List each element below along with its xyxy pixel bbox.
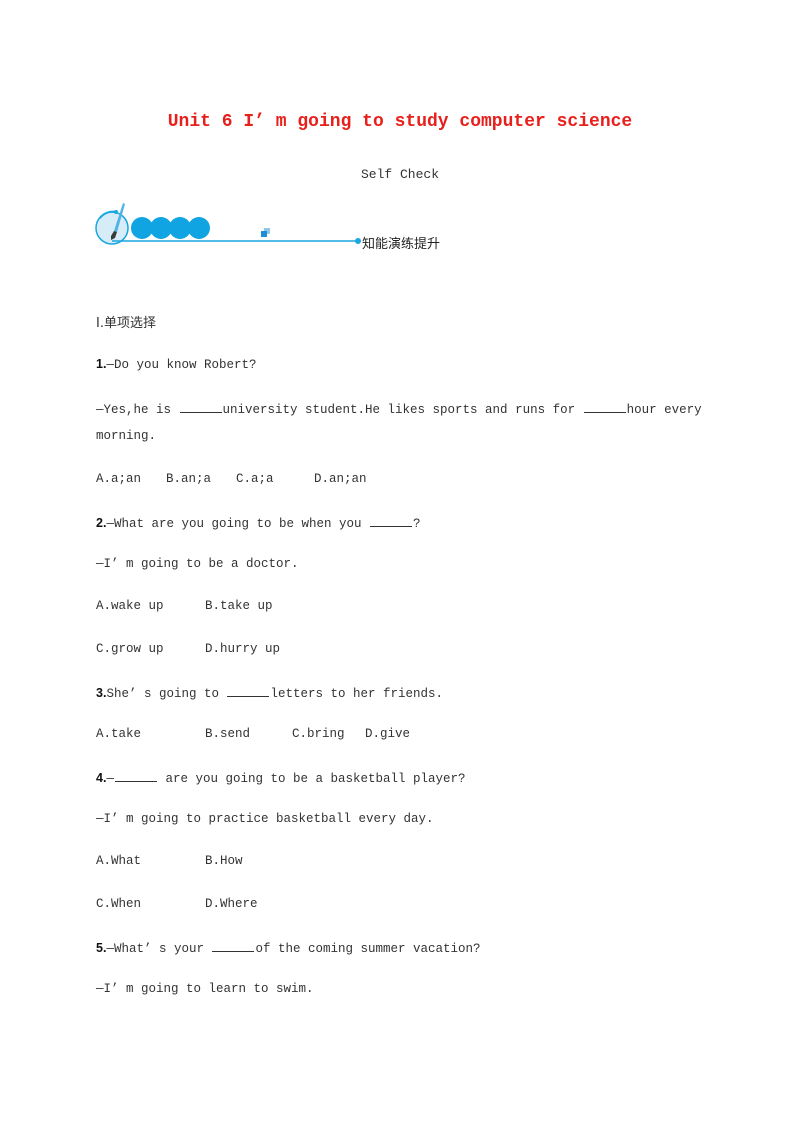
option-b[interactable]: B.send [205,727,292,741]
question-5-reply: —I’ m going to learn to swim. [96,982,314,996]
question-1-reply: —Yes,he is university student.He likes s… [96,400,702,417]
option-d[interactable]: D.give [365,727,410,741]
option-a[interactable]: A.What [96,854,205,868]
answer-blank[interactable] [212,939,255,952]
question-text: —What are you going to be when you [106,517,369,531]
option-d[interactable]: D.hurry up [205,642,280,656]
question-3-prompt: 3.She’ s going to letters to her friends… [96,684,443,701]
small-squares-icon [261,228,270,237]
question-text: —Do you know Robert? [106,358,257,372]
option-a[interactable]: A.take [96,727,205,741]
question-1-options: A.a;an B.an;a C.a;a D.an;an [96,472,367,486]
question-4-options-row2: C.When D.Where [96,897,258,911]
option-a[interactable]: A.a;an [96,472,166,486]
banner-label: 知能演练提升 [362,237,441,252]
paintbrush-icon [95,203,129,245]
question-text: letters to her friends. [270,687,443,701]
question-number: 4. [96,771,107,785]
answer-blank[interactable] [583,400,626,413]
question-1-reply-cont: morning. [96,429,157,443]
question-2-options-row1: A.wake up B.take up [96,599,273,613]
question-2-prompt: 2.—What are you going to be when you ? [96,514,421,531]
reply-text: hour every [626,403,702,417]
option-d[interactable]: D.an;an [314,472,367,486]
option-b[interactable]: B.take up [205,599,273,613]
reply-text: university student.He likes sports and r… [222,403,583,417]
question-text: —What’ s your [106,942,212,956]
option-b[interactable]: B.an;a [166,472,236,486]
answer-blank[interactable] [369,514,412,527]
section-heading: Ⅰ.单项选择 [96,316,156,331]
question-text: of the coming summer vacation? [255,942,481,956]
option-c[interactable]: C.a;a [236,472,314,486]
question-5-prompt: 5.—What’ s your of the coming summer vac… [96,939,481,956]
question-number: 2. [96,516,107,530]
page-title: Unit 6 I’ m going to study computer scie… [167,112,633,132]
option-d[interactable]: D.Where [205,897,258,911]
section-banner: 知能演练提升 [92,200,472,256]
reply-text: —Yes,he is [96,403,179,417]
question-text: are you going to be a basketball player? [157,772,466,786]
question-number: 1. [96,357,107,371]
option-a[interactable]: A.wake up [96,599,205,613]
question-4-options-row1: A.What B.How [96,854,243,868]
question-2-reply: —I’ m going to be a doctor. [96,557,299,571]
question-number: 5. [96,941,107,955]
question-number: 3. [96,686,107,700]
question-3-options: A.take B.send C.bring D.give [96,727,410,741]
question-text: ? [412,517,421,531]
question-text: — [106,772,114,786]
question-text: She’ s going to [106,687,227,701]
answer-blank[interactable] [114,769,157,782]
option-b[interactable]: B.How [205,854,243,868]
answer-blank[interactable] [179,400,222,413]
option-c[interactable]: C.bring [292,727,365,741]
answer-blank[interactable] [227,684,270,697]
question-1-prompt: 1.—Do you know Robert? [96,357,256,372]
banner-line-dot [355,238,361,244]
option-c[interactable]: C.When [96,897,205,911]
option-c[interactable]: C.grow up [96,642,205,656]
decorative-circles [131,217,210,239]
page-subtitle: Self Check [360,167,439,182]
question-4-prompt: 4.— are you going to be a basketball pla… [96,769,466,786]
question-4-reply: —I’ m going to practice basketball every… [96,812,434,826]
question-2-options-row2: C.grow up D.hurry up [96,642,280,656]
